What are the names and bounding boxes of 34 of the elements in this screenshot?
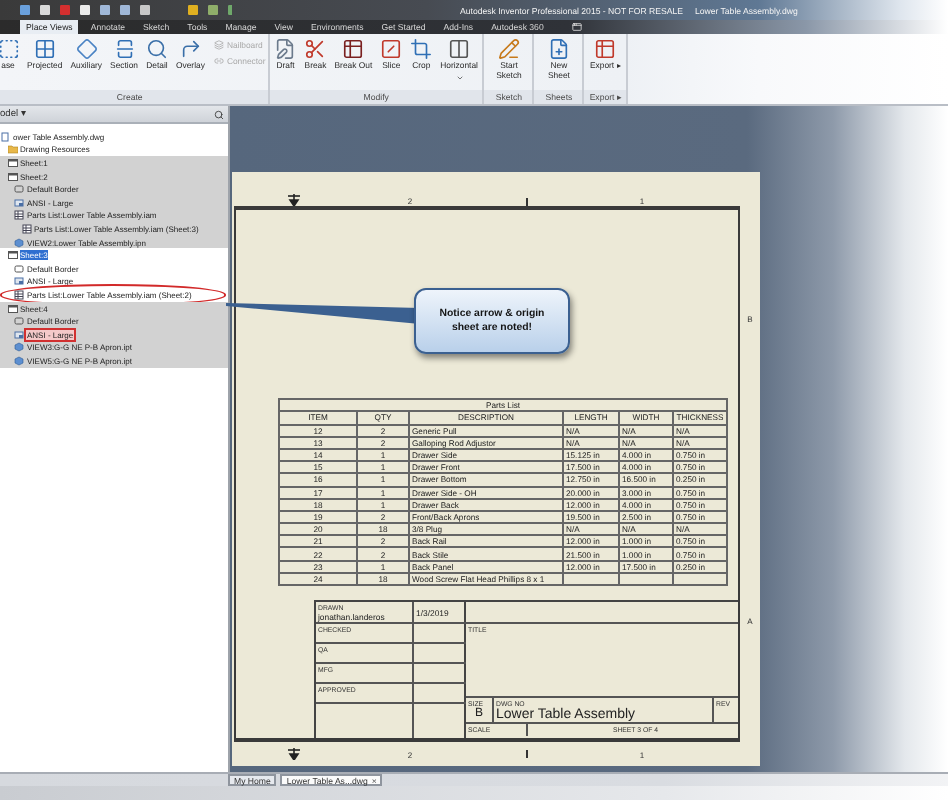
table-icon — [342, 38, 365, 60]
section-icon — [113, 38, 136, 60]
cube-icon — [14, 237, 24, 248]
title-block-icon — [14, 197, 24, 208]
border-icon — [14, 263, 24, 274]
pencil-icon — [497, 38, 520, 60]
table-icon — [14, 289, 24, 300]
border-icon — [14, 184, 24, 195]
border-icon — [14, 316, 24, 327]
link-icon — [213, 56, 224, 66]
sheet-icon — [547, 38, 570, 60]
window-icon[interactable] — [571, 22, 582, 32]
crop-icon — [410, 38, 433, 60]
sheet-icon — [7, 171, 17, 182]
angle-icon — [179, 38, 202, 60]
square-icon — [0, 38, 19, 60]
folder-icon — [7, 144, 17, 155]
sheet-icon — [7, 250, 17, 261]
diamond-icon — [75, 38, 98, 60]
magnifier-icon — [146, 38, 168, 60]
export-icon — [594, 38, 617, 60]
page-pencil-icon — [274, 38, 297, 60]
title-block-icon — [14, 276, 24, 287]
search-icon[interactable] — [214, 109, 224, 119]
layers-icon — [213, 40, 224, 50]
origin-arrow-icon — [286, 748, 302, 760]
sheet-icon — [7, 157, 17, 168]
grid-icon — [33, 38, 56, 60]
slice-icon — [380, 38, 403, 60]
columns-icon — [448, 38, 471, 60]
origin-arrow-icon — [286, 194, 302, 206]
title-block-icon — [14, 329, 24, 340]
sheet-icon — [7, 303, 17, 314]
scissors-icon — [304, 38, 327, 60]
